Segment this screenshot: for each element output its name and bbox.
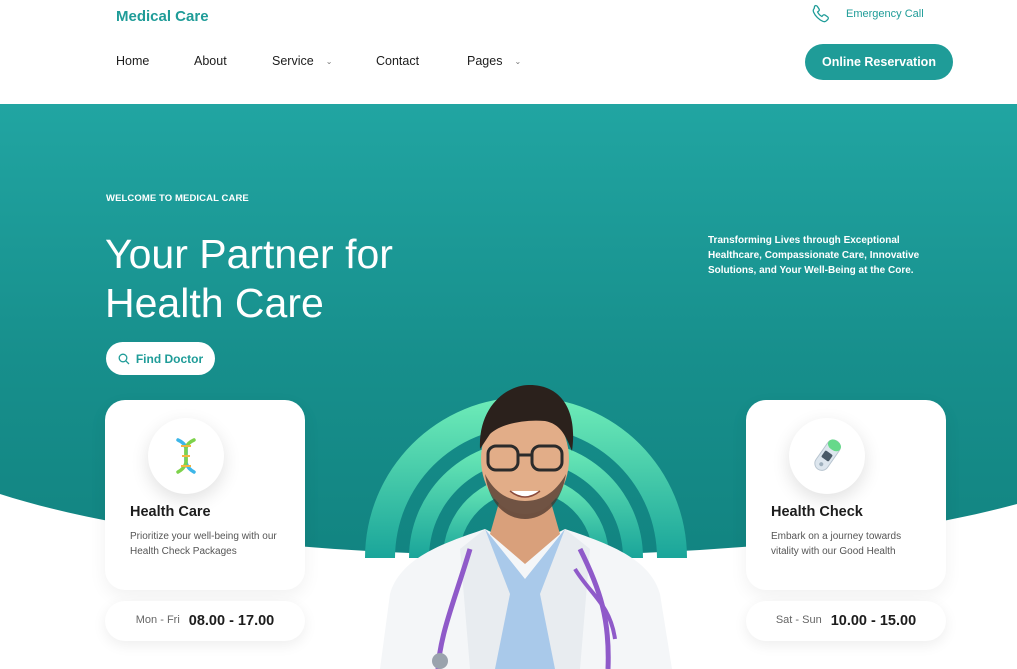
health-check-icon-wrapper — [789, 418, 865, 494]
nav-service-label: Service — [272, 54, 314, 68]
health-care-title: Health Care — [130, 504, 211, 520]
health-check-card[interactable]: Health Check Embark on a journey towards… — [746, 400, 946, 590]
weekday-days-label: Mon - Fri — [135, 614, 180, 626]
nav-about-label: About — [194, 54, 227, 68]
health-care-description: Prioritize your well-being with our Heal… — [130, 531, 277, 557]
doctor-illustration — [380, 384, 672, 669]
health-check-title: Health Check — [771, 504, 863, 520]
emergency-call-link[interactable]: Emergency Call — [810, 3, 924, 25]
nav-contact[interactable]: Contact — [376, 54, 467, 68]
nav-pages-label: Pages — [467, 54, 503, 68]
phone-icon — [812, 4, 829, 23]
weekend-time-value: 10.00 - 15.00 — [830, 613, 917, 629]
hero-section: WELCOME TO MEDICAL CARE Your Partner for… — [0, 104, 1017, 669]
find-doctor-label: Find Doctor — [135, 351, 204, 366]
weekday-hours-pill: Mon - Fri 08.00 - 17.00 — [105, 601, 305, 641]
welcome-label: WELCOME TO MEDICAL CARE — [106, 193, 249, 204]
health-care-card[interactable]: Health Care Prioritize your well-being w… — [105, 400, 305, 590]
dna-icon — [176, 438, 196, 474]
chevron-down-icon: ⌄ — [325, 56, 333, 66]
nav-service[interactable]: Service ⌄ — [272, 54, 376, 68]
hero-headline-line1: Your Partner for — [105, 231, 393, 277]
hero-headline-line2: Health Care — [105, 280, 324, 326]
site-header: Medical Care Emergency Call Home About S… — [0, 0, 1017, 104]
brand-logo[interactable]: Medical Care — [116, 8, 209, 25]
online-reservation-button[interactable]: Online Reservation — [805, 44, 953, 80]
weekday-time-value: 08.00 - 17.00 — [188, 613, 275, 629]
nav-contact-label: Contact — [376, 54, 420, 68]
search-icon — [118, 353, 130, 364]
main-nav: Home About Service ⌄ Contact Pages ⌄ — [116, 54, 547, 68]
find-doctor-button[interactable]: Find Doctor — [106, 342, 215, 375]
nav-home-label: Home — [116, 54, 150, 68]
nav-about[interactable]: About — [194, 54, 272, 68]
hero-tagline: Transforming Lives through Exceptional H… — [708, 235, 920, 276]
weekend-hours-pill: Sat - Sun 10.00 - 15.00 — [746, 601, 946, 641]
emergency-call-label: Emergency Call — [846, 8, 924, 20]
nav-home[interactable]: Home — [116, 54, 194, 68]
nav-pages[interactable]: Pages ⌄ — [467, 54, 547, 68]
hero-headline: Your Partner for Health Care — [105, 230, 525, 328]
chevron-down-icon: ⌄ — [514, 56, 522, 66]
thermometer-icon — [814, 439, 841, 471]
weekend-days-label: Sat - Sun — [775, 614, 822, 626]
health-care-icon-wrapper — [148, 418, 224, 494]
health-check-description: Embark on a journey towards vitality wit… — [771, 531, 902, 557]
